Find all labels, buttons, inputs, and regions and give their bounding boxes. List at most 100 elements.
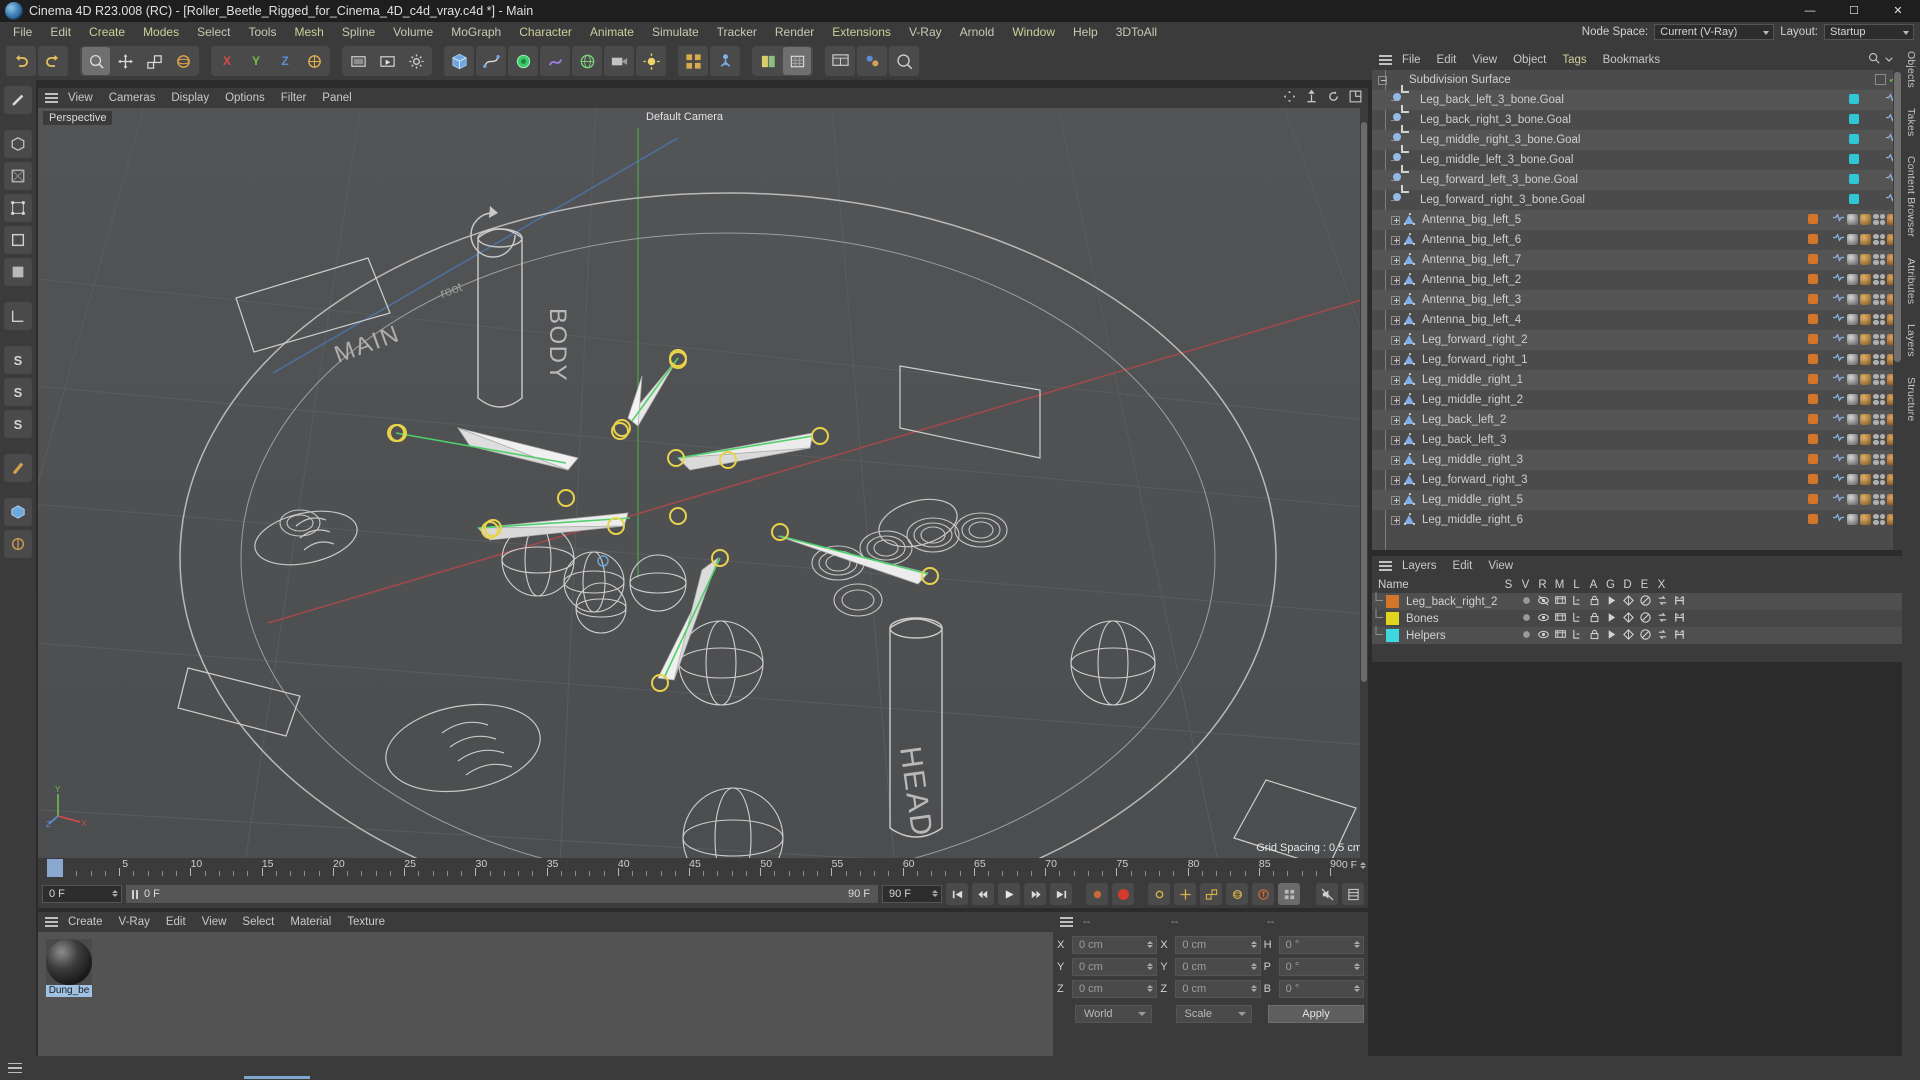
object-tags[interactable] xyxy=(1808,272,1898,286)
tag-ik-icon[interactable] xyxy=(1860,353,1871,365)
tree-expand-icon[interactable] xyxy=(1391,455,1400,465)
timeline-frame-stepper[interactable] xyxy=(1360,861,1366,869)
tree-expand-icon[interactable] xyxy=(1391,335,1400,345)
material-menu-vray[interactable]: V-Ray xyxy=(111,912,158,932)
object-row[interactable]: Leg_forward_right_3 xyxy=(1372,470,1902,490)
tree-expand-icon[interactable] xyxy=(1391,395,1400,405)
layer-column-v[interactable]: V xyxy=(1517,579,1534,591)
coord-rot-p-input[interactable]: 0 ° xyxy=(1278,958,1364,976)
tag-weight-icon[interactable] xyxy=(1847,213,1858,225)
tag-protection-icon[interactable] xyxy=(1873,513,1885,525)
object-tags[interactable] xyxy=(1808,412,1898,426)
viewport-menu-options[interactable]: Options xyxy=(217,88,273,108)
coordinate-menu-burger-icon[interactable] xyxy=(1057,917,1075,927)
world-object-axis-icon[interactable] xyxy=(300,47,328,75)
menu-modes[interactable]: Modes xyxy=(134,22,188,42)
lock-x-axis-icon[interactable]: X xyxy=(213,47,241,75)
tag-weight-icon[interactable] xyxy=(1847,353,1858,365)
layer-solo-toggle[interactable] xyxy=(1518,611,1535,627)
tag-protection-icon[interactable] xyxy=(1873,453,1885,465)
material-menu-view[interactable]: View xyxy=(194,912,235,932)
tag-constraint-icon[interactable] xyxy=(1832,452,1845,466)
tag-weight-icon[interactable] xyxy=(1847,393,1858,405)
minimize-button[interactable]: — xyxy=(1788,0,1832,22)
layer-name-label[interactable]: Leg_back_right_2 xyxy=(1406,596,1518,608)
tag-constraint-icon[interactable] xyxy=(1832,412,1845,426)
enable-axis-icon[interactable]: S xyxy=(4,346,32,374)
object-tags[interactable] xyxy=(1849,172,1898,186)
tag-ik-icon[interactable] xyxy=(1860,213,1871,225)
tag-weight-icon[interactable] xyxy=(1847,513,1858,525)
layer-menu-edit[interactable]: Edit xyxy=(1445,556,1481,576)
menu-character[interactable]: Character xyxy=(510,22,581,42)
layer-expressions-toggle[interactable] xyxy=(1654,628,1671,644)
tree-expand-icon[interactable] xyxy=(1391,255,1400,265)
tag-constraint-icon[interactable] xyxy=(1832,292,1845,306)
content-browser-icon[interactable] xyxy=(857,46,887,76)
material-menu-texture[interactable]: Texture xyxy=(339,912,393,932)
object-row[interactable]: Leg_middle_right_2 xyxy=(1372,390,1902,410)
object-tree-scrollbar[interactable] xyxy=(1893,70,1902,550)
coord-rot-b-input[interactable]: 0 ° xyxy=(1278,980,1364,998)
dolly-viewport-icon[interactable] xyxy=(1305,89,1318,106)
tag-ik-icon[interactable] xyxy=(1860,313,1871,325)
tag-protection-icon[interactable] xyxy=(1873,393,1885,405)
go-to-start-button[interactable] xyxy=(946,883,968,905)
layer-column-r[interactable]: R xyxy=(1534,579,1551,591)
tag-constraint-icon[interactable] xyxy=(1832,212,1845,226)
object-menu-bookmarks[interactable]: Bookmarks xyxy=(1595,50,1669,70)
tag-protection-icon[interactable] xyxy=(1873,433,1885,445)
lock-z-axis-icon[interactable]: Z xyxy=(271,47,299,75)
object-tags[interactable] xyxy=(1808,432,1898,446)
add-deformer-icon[interactable] xyxy=(540,46,570,76)
tag-protection-icon[interactable] xyxy=(1873,373,1885,385)
layer-manager-toggle[interactable] xyxy=(1569,611,1586,627)
object-tags[interactable] xyxy=(1849,152,1898,166)
tag-constraint-icon[interactable] xyxy=(1832,272,1845,286)
tag-ik-icon[interactable] xyxy=(1860,513,1871,525)
layer-xref-toggle[interactable] xyxy=(1671,628,1688,644)
menu-spline[interactable]: Spline xyxy=(333,22,384,42)
menu-mesh[interactable]: Mesh xyxy=(285,22,332,42)
layer-row[interactable]: Bones xyxy=(1372,608,1902,627)
object-row[interactable]: Antenna_big_left_6 xyxy=(1372,230,1902,250)
object-row[interactable]: Antenna_big_left_4 xyxy=(1372,310,1902,330)
tree-expand-icon[interactable] xyxy=(1391,295,1400,305)
snap-settings-icon[interactable]: S xyxy=(4,378,32,406)
key-position-button[interactable] xyxy=(1174,883,1196,905)
object-row[interactable]: Leg_middle_right_6 xyxy=(1372,510,1902,530)
tag-weight-icon[interactable] xyxy=(1847,453,1858,465)
tag-constraint-icon[interactable] xyxy=(1832,252,1845,266)
tab-layers[interactable]: Layers xyxy=(1905,321,1917,360)
render-settings-icon[interactable] xyxy=(402,47,430,75)
tag-display-icon[interactable] xyxy=(1808,234,1818,244)
layer-manager-toggle[interactable] xyxy=(1569,594,1586,610)
layer-deformers-toggle[interactable] xyxy=(1637,611,1654,627)
tag-constraint-icon[interactable] xyxy=(1832,432,1845,446)
object-row[interactable]: Leg_middle_right_5 xyxy=(1372,490,1902,510)
quantize-icon[interactable]: S xyxy=(4,410,32,438)
layer-lock-toggle[interactable] xyxy=(1586,611,1603,627)
tag-ik-icon[interactable] xyxy=(1860,253,1871,265)
dynamics-icon[interactable] xyxy=(4,530,32,558)
rotate-icon[interactable] xyxy=(169,47,197,75)
tag-display-icon[interactable] xyxy=(1849,174,1859,184)
material-menu-burger-icon[interactable] xyxy=(42,917,60,927)
layer-row[interactable]: Leg_back_right_2 xyxy=(1372,591,1902,610)
object-tags[interactable] xyxy=(1808,352,1898,366)
tag-protection-icon[interactable] xyxy=(1873,233,1885,245)
menu-file[interactable]: File xyxy=(4,22,41,42)
pan-viewport-icon[interactable] xyxy=(1283,90,1296,106)
tag-constraint-icon[interactable] xyxy=(1832,512,1845,526)
object-row[interactable]: Antenna_big_left_5 xyxy=(1372,210,1902,230)
render-view-icon[interactable] xyxy=(344,47,372,75)
tag-protection-icon[interactable] xyxy=(1873,333,1885,345)
object-tags[interactable] xyxy=(1808,512,1898,526)
menu-render[interactable]: Render xyxy=(766,22,823,42)
tag-display-icon[interactable] xyxy=(1849,154,1859,164)
tag-constraint-icon[interactable] xyxy=(1832,312,1845,326)
menu-tools[interactable]: Tools xyxy=(239,22,285,42)
go-to-end-button[interactable] xyxy=(1050,883,1072,905)
layer-list[interactable]: Leg_back_right_2 Bones Helpers xyxy=(1372,591,1902,662)
object-row[interactable]: Leg_forward_right_2 xyxy=(1372,330,1902,350)
